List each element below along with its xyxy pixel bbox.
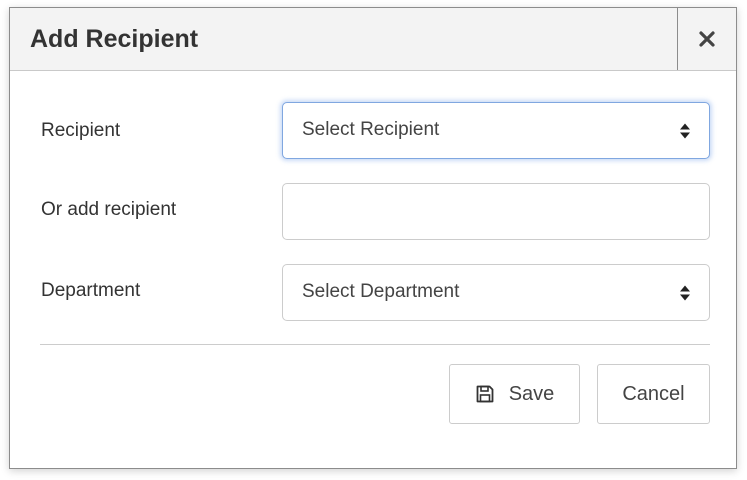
sort-icon xyxy=(680,123,690,139)
department-select-value: Select Department xyxy=(302,281,460,302)
sort-icon xyxy=(680,285,690,301)
recipient-select-value: Select Recipient xyxy=(302,119,440,140)
dialog-title: Add Recipient xyxy=(30,25,199,53)
department-label: Department xyxy=(41,280,141,301)
form-divider xyxy=(40,344,710,345)
close-button[interactable] xyxy=(677,8,736,70)
dialog-header: Add Recipient xyxy=(10,8,736,71)
close-icon xyxy=(699,31,715,47)
save-button-label: Save xyxy=(508,382,555,405)
floppy-disk-icon xyxy=(475,384,495,404)
cancel-button[interactable]: Cancel xyxy=(597,364,710,424)
new-recipient-input[interactable] xyxy=(282,183,710,240)
cancel-button-label: Cancel xyxy=(622,382,685,405)
recipient-select[interactable]: Select Recipient xyxy=(282,102,710,159)
new-recipient-label: Or add recipient xyxy=(41,199,177,220)
add-recipient-dialog: Add Recipient Recipient Select Recipient… xyxy=(9,7,737,469)
recipient-label: Recipient xyxy=(41,120,121,141)
save-button[interactable]: Save xyxy=(449,364,580,424)
department-select[interactable]: Select Department xyxy=(282,264,710,321)
